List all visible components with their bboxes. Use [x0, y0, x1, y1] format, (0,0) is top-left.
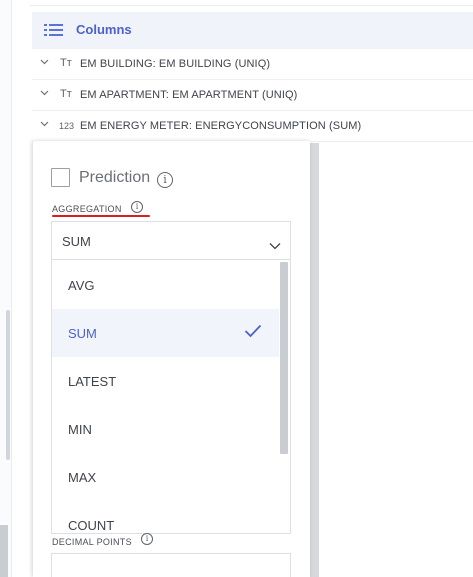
option-label: AVG: [68, 278, 95, 293]
chevron-down-icon[interactable]: [40, 90, 49, 98]
option-label: COUNT: [68, 518, 115, 533]
column-label: EM BUILDING: EM BUILDING (UNIQ): [80, 58, 271, 70]
aggregation-label: AGGREGATION: [52, 204, 122, 214]
left-edge-block: [0, 525, 8, 577]
dropdown-scrollbar[interactable]: [280, 262, 288, 454]
annotation-underline: [52, 215, 150, 217]
popup-scrollbar[interactable]: [310, 143, 319, 577]
left-scrollbar[interactable]: [6, 310, 10, 460]
prediction-checkbox[interactable]: [51, 168, 70, 187]
chevron-down-icon[interactable]: [40, 59, 49, 67]
left-edge-panel: [0, 0, 12, 577]
aggregation-select[interactable]: SUM: [51, 221, 291, 260]
option-label: LATEST: [68, 374, 117, 389]
chevron-down-icon[interactable]: [40, 121, 49, 129]
aggregation-popup: Prediction i AGGREGATION i SUM AVG SUM L…: [33, 141, 310, 577]
dropdown-option[interactable]: COUNT: [52, 501, 279, 533]
aggregation-dropdown-list: AVG SUM LATEST MIN MAX COUNT: [51, 259, 291, 534]
info-icon[interactable]: i: [131, 201, 143, 213]
numeric-type-icon: 123: [59, 121, 75, 131]
chevron-down-icon: [269, 237, 281, 250]
text-type-icon: Tт: [60, 88, 72, 100]
dropdown-option[interactable]: MAX: [52, 453, 279, 501]
column-label: EM ENERGY METER: ENERGYCONSUMPTION (SUM): [80, 120, 362, 132]
column-row[interactable]: 123 EM ENERGY METER: ENERGYCONSUMPTION (…: [32, 111, 473, 142]
columns-panel: Columns Tт EM BUILDING: EM BUILDING (UNI…: [30, 0, 473, 145]
dropdown-option-selected[interactable]: SUM: [52, 309, 279, 357]
info-icon[interactable]: i: [141, 533, 153, 545]
info-icon[interactable]: i: [157, 172, 173, 188]
column-row[interactable]: Tт EM APARTMENT: EM APARTMENT (UNIQ): [32, 80, 473, 111]
text-type-icon: Tт: [60, 57, 72, 69]
list-icon: [44, 24, 63, 37]
option-label: SUM: [68, 326, 97, 341]
dropdown-option[interactable]: AVG: [52, 261, 279, 309]
option-label: MAX: [68, 470, 97, 485]
decimal-points-label: DECIMAL POINTS: [52, 537, 132, 547]
aggregation-select-value: SUM: [62, 234, 91, 249]
option-label: MIN: [68, 422, 92, 437]
checkmark-icon: [244, 324, 262, 338]
column-label: EM APARTMENT: EM APARTMENT (UNIQ): [80, 89, 298, 101]
dropdown-option[interactable]: MIN: [52, 405, 279, 453]
decimal-points-input[interactable]: [51, 553, 291, 577]
prediction-label: Prediction: [79, 169, 151, 186]
columns-title: Columns: [76, 22, 132, 37]
column-row[interactable]: Tт EM BUILDING: EM BUILDING (UNIQ): [32, 49, 473, 80]
panel-top-divider: [30, 0, 473, 6]
dropdown-option[interactable]: LATEST: [52, 357, 279, 405]
columns-header[interactable]: Columns: [32, 12, 473, 49]
